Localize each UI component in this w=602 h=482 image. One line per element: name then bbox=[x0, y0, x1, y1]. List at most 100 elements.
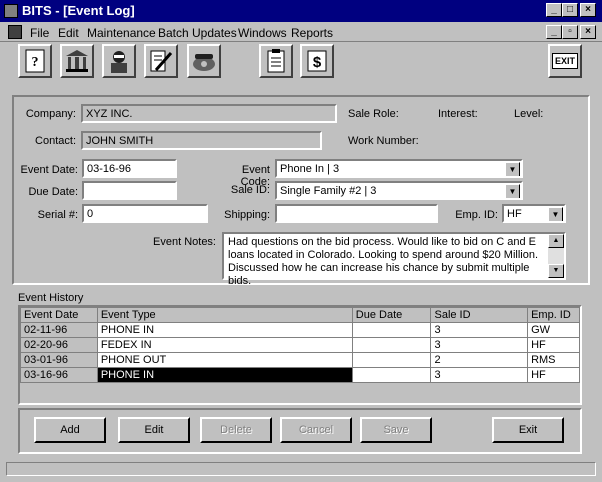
exit-toolbar-button[interactable]: EXIT bbox=[548, 44, 582, 78]
level-label: Level: bbox=[514, 108, 544, 120]
emp-id-value: HF bbox=[507, 208, 522, 220]
minimize-button[interactable]: _ bbox=[546, 3, 562, 17]
interest-label: Interest: bbox=[438, 108, 478, 120]
column-event-date[interactable]: Event Date bbox=[20, 307, 98, 323]
person-icon bbox=[111, 51, 127, 73]
cell-emp-id[interactable]: RMS bbox=[527, 352, 580, 368]
cell-due-date[interactable] bbox=[351, 322, 432, 338]
table-row-selected[interactable]: 03-16-96 PHONE IN 3 HF bbox=[20, 367, 580, 383]
close-button[interactable]: × bbox=[580, 3, 596, 17]
table-row[interactable]: 03-01-96 PHONE OUT 2 RMS bbox=[20, 352, 580, 368]
document-icon[interactable] bbox=[8, 25, 22, 39]
child-close-button[interactable]: × bbox=[580, 25, 596, 39]
cell-event-type[interactable]: FEDEX IN bbox=[96, 337, 353, 353]
phone-toolbar-button[interactable] bbox=[187, 44, 221, 78]
sale-id-value: Single Family #2 | 3 bbox=[280, 185, 377, 197]
table-row[interactable]: 02-20-96 FEDEX IN 3 HF bbox=[20, 337, 580, 353]
event-log-toolbar-button[interactable] bbox=[259, 44, 293, 78]
maximize-button[interactable]: □ bbox=[562, 3, 578, 17]
menu-maintenance[interactable]: Maintenance bbox=[87, 26, 156, 40]
add-button[interactable]: Add bbox=[34, 417, 106, 443]
emp-id-select[interactable]: HF ▼ bbox=[502, 204, 566, 223]
question-icon: ? bbox=[25, 49, 45, 73]
menu-edit[interactable]: Edit bbox=[58, 26, 79, 40]
cell-event-type[interactable]: PHONE IN bbox=[96, 367, 353, 383]
menu-file[interactable]: File bbox=[30, 26, 49, 40]
sale-role-label: Sale Role: bbox=[348, 108, 399, 120]
emp-id-label: Emp. ID: bbox=[455, 209, 498, 221]
event-date-input[interactable]: 03-16-96 bbox=[82, 159, 177, 178]
svg-text:$: $ bbox=[313, 54, 322, 71]
cell-event-type[interactable]: PHONE OUT bbox=[96, 352, 353, 368]
event-history-title: Event History bbox=[18, 292, 84, 304]
work-number-label: Work Number: bbox=[348, 135, 419, 147]
cancel-button[interactable]: Cancel bbox=[280, 417, 352, 443]
cell-due-date[interactable] bbox=[351, 352, 432, 368]
notes-scrollbar[interactable]: ▲ ▼ bbox=[548, 234, 564, 278]
cell-emp-id[interactable]: HF bbox=[527, 337, 580, 353]
dollar-icon: $ bbox=[307, 50, 327, 72]
column-event-type[interactable]: Event Type bbox=[96, 307, 353, 323]
cell-due-date[interactable] bbox=[351, 337, 432, 353]
svg-text:?: ? bbox=[32, 55, 39, 70]
cell-emp-id[interactable]: HF bbox=[527, 367, 580, 383]
cell-sale-id[interactable]: 3 bbox=[430, 367, 529, 383]
bank-icon bbox=[66, 50, 88, 72]
table-row[interactable]: 02-11-96 PHONE IN 3 GW bbox=[20, 322, 580, 338]
scroll-down-icon[interactable]: ▼ bbox=[548, 264, 564, 278]
cell-event-date[interactable]: 02-20-96 bbox=[20, 337, 98, 353]
menu-windows[interactable]: Windows bbox=[238, 26, 287, 40]
cell-event-date[interactable]: 03-01-96 bbox=[20, 352, 98, 368]
menu-batch-updates[interactable]: Batch Updates bbox=[158, 26, 237, 40]
scroll-up-icon[interactable]: ▲ bbox=[548, 234, 564, 248]
cell-sale-id[interactable]: 3 bbox=[430, 322, 529, 338]
clipboard-icon bbox=[267, 49, 285, 73]
phone-icon bbox=[193, 54, 215, 71]
cell-due-date[interactable] bbox=[351, 367, 432, 383]
event-date-label: Event Date: bbox=[20, 164, 78, 176]
window-title: BITS - [Event Log] bbox=[22, 3, 135, 18]
child-restore-button[interactable]: ▫ bbox=[562, 25, 578, 39]
delete-button[interactable]: Delete bbox=[200, 417, 272, 443]
notepad-pen-icon bbox=[150, 50, 173, 72]
help-toolbar-button[interactable]: ? bbox=[18, 44, 52, 78]
app-icon[interactable] bbox=[4, 4, 18, 18]
cell-sale-id[interactable]: 3 bbox=[430, 337, 529, 353]
event-code-value: Phone In | 3 bbox=[280, 163, 340, 175]
shipping-input[interactable] bbox=[275, 204, 438, 223]
emp-id-dropdown-icon[interactable]: ▼ bbox=[548, 207, 563, 221]
event-history-grid: Event Date Event Type Due Date Sale ID E… bbox=[18, 305, 582, 405]
cell-event-date[interactable]: 02-11-96 bbox=[20, 322, 98, 338]
save-button[interactable]: Save bbox=[360, 417, 432, 443]
menu-reports[interactable]: Reports bbox=[291, 26, 333, 40]
due-date-input[interactable] bbox=[82, 181, 177, 200]
event-code-select[interactable]: Phone In | 3 ▼ bbox=[275, 159, 523, 178]
column-due-date[interactable]: Due Date bbox=[351, 307, 432, 323]
exit-icon: EXIT bbox=[551, 53, 578, 69]
finance-toolbar-button[interactable]: $ bbox=[300, 44, 334, 78]
cell-event-date[interactable]: 03-16-96 bbox=[20, 367, 98, 383]
event-code-dropdown-icon[interactable]: ▼ bbox=[505, 162, 520, 176]
edit-button[interactable]: Edit bbox=[118, 417, 190, 443]
exit-button[interactable]: Exit bbox=[492, 417, 564, 443]
contact-label: Contact: bbox=[35, 135, 76, 147]
serial-label: Serial #: bbox=[37, 209, 78, 221]
sale-id-select[interactable]: Single Family #2 | 3 ▼ bbox=[275, 181, 523, 200]
event-notes-textarea[interactable]: Had questions on the bid process. Would … bbox=[222, 232, 566, 287]
sale-id-label: Sale ID: bbox=[230, 184, 270, 196]
contact-toolbar-button[interactable] bbox=[102, 44, 136, 78]
event-notes-label: Event Notes: bbox=[153, 236, 216, 248]
child-minimize-button[interactable]: _ bbox=[546, 25, 562, 39]
serial-input[interactable]: 0 bbox=[82, 204, 208, 223]
company-field: XYZ INC. bbox=[81, 104, 337, 123]
cell-event-type[interactable]: PHONE IN bbox=[96, 322, 353, 338]
column-sale-id[interactable]: Sale ID bbox=[430, 307, 529, 323]
bank-toolbar-button[interactable] bbox=[60, 44, 94, 78]
due-date-label: Due Date: bbox=[28, 186, 78, 198]
cell-sale-id[interactable]: 2 bbox=[430, 352, 529, 368]
cell-emp-id[interactable]: GW bbox=[527, 322, 580, 338]
column-emp-id[interactable]: Emp. ID bbox=[527, 307, 580, 323]
event-notes-text: Had questions on the bid process. Would … bbox=[228, 236, 539, 287]
sale-id-dropdown-icon[interactable]: ▼ bbox=[505, 184, 520, 198]
edit-notes-toolbar-button[interactable] bbox=[144, 44, 178, 78]
